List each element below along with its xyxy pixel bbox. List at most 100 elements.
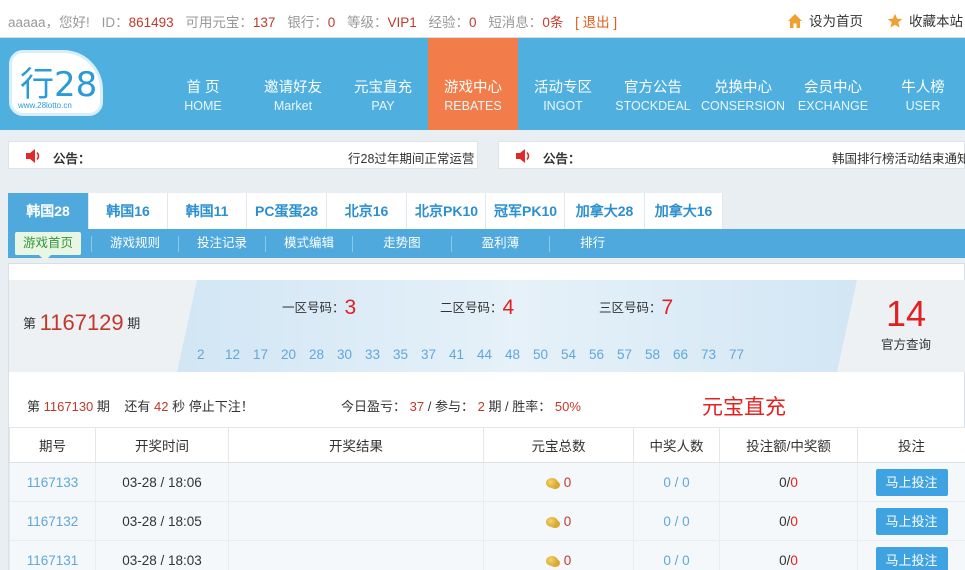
sum-number[interactable]: 66 <box>673 347 701 362</box>
nav-home-zh: 首 页 <box>186 80 220 96</box>
row-time: 03-28 / 18:05 <box>95 501 229 541</box>
join-value: 2 <box>477 399 485 414</box>
nav-announce-en: STOCKDEAL <box>615 99 691 113</box>
divider <box>91 235 93 252</box>
bookmark-link[interactable]: 收藏本站 <box>887 10 963 30</box>
subtab-rules[interactable]: 游戏规则 <box>102 232 168 255</box>
row-issue[interactable]: 1167132 <box>9 501 96 541</box>
row-win-value: 0 <box>790 513 798 529</box>
col-time: 开奖时间 <box>95 427 229 463</box>
sum-number[interactable]: 20 <box>281 347 309 362</box>
nav-exchange[interactable]: 兑换中心 CONSERSION <box>698 38 788 130</box>
coin-icon <box>545 555 558 566</box>
nav-activity[interactable]: 活动专区 INGOT <box>518 38 608 130</box>
sum-number[interactable]: 50 <box>533 347 561 362</box>
game-sub-nav: 游戏首页 游戏规则 投注记录 模式编辑 走势图 盈利薄 排行 <box>8 229 965 261</box>
subtab-mode-edit[interactable]: 模式编辑 <box>276 232 342 255</box>
zone-1: 一区号码：3 <box>282 296 356 320</box>
row-bet-value: 0 <box>779 474 787 490</box>
current-draw-strip: 第 1167129 期 一区号码：3 二区号码：4 三区号码：7 2 12 17 20… <box>9 280 965 372</box>
row-winners: 0 / 0 <box>633 540 720 570</box>
tab-beijing16[interactable]: 北京16 <box>327 193 407 229</box>
sum-number[interactable]: 35 <box>393 347 421 362</box>
sum-number[interactable]: 77 <box>729 347 757 362</box>
subtab-profit-book[interactable]: 盈利薄 <box>462 232 540 255</box>
logout-link[interactable]: [ 退出 ] <box>575 15 617 30</box>
nav-game-center[interactable]: 游戏中心 REBATES <box>428 38 518 130</box>
current-draw-issue: 第 1167129 期 <box>23 310 140 336</box>
table-row: 1167133 03-28 / 18:06 0 0 / 0 0/0 马上投注 <box>9 462 965 502</box>
notice-label: 公告： <box>53 152 91 166</box>
subtab-bet-records[interactable]: 投注记录 <box>189 232 255 255</box>
tab-beijing-pk10[interactable]: 北京PK10 <box>407 193 486 229</box>
row-issue[interactable]: 1167131 <box>9 540 96 570</box>
subtab-game-home[interactable]: 游戏首页 <box>15 232 82 261</box>
msg-label: 短消息： <box>488 15 543 30</box>
sum-number[interactable]: 37 <box>421 347 449 362</box>
row-time: 03-28 / 18:03 <box>95 540 229 570</box>
site-logo[interactable]: 行28 www.28lotto.cn <box>9 50 103 116</box>
nav-announcement[interactable]: 官方公告 STOCKDEAL <box>608 38 698 130</box>
bet-now-button[interactable]: 马上投注 <box>875 546 948 570</box>
issue-number: 1167129 <box>39 310 124 335</box>
today-stats: 今日盈亏： 37 / 参与： 2 期 / 胜率： 50% <box>341 396 581 415</box>
divider <box>352 235 354 252</box>
coin-icon <box>545 516 558 527</box>
set-home-link[interactable]: 设为首页 <box>787 10 863 30</box>
tab-pc28[interactable]: PC蛋蛋28 <box>247 193 327 229</box>
sum-number[interactable]: 28 <box>309 347 337 362</box>
row-gold: 0 <box>483 501 634 541</box>
recharge-link[interactable]: 元宝直充 <box>702 391 786 421</box>
official-query-link[interactable]: 官方查询 <box>871 334 941 353</box>
next-prefix: 第 <box>27 399 41 414</box>
sum-number[interactable]: 2 <box>197 347 225 362</box>
subtab-ranking[interactable]: 排行 <box>560 232 625 255</box>
exp-label: 经验： <box>428 15 470 30</box>
sum-number[interactable]: 33 <box>365 347 393 362</box>
nav-leaderboard[interactable]: 牛人榜 USER <box>878 38 965 130</box>
sum-number[interactable]: 12 <box>225 347 253 362</box>
msg-value[interactable]: 0条 <box>542 15 563 30</box>
tab-korea11[interactable]: 韩国11 <box>168 193 247 229</box>
speaker-icon <box>516 149 530 163</box>
sum-number[interactable]: 48 <box>505 347 533 362</box>
row-gold: 0 <box>483 540 634 570</box>
subtab-trend-chart[interactable]: 走势图 <box>363 232 441 255</box>
tab-champion-pk10[interactable]: 冠军PK10 <box>486 193 565 229</box>
top-info-bar: aaaaa，您好! ID：861493 可用元宝：137 银行：0 等级：VIP… <box>0 0 965 38</box>
notice-text[interactable]: 行28过年期间正常运营 <box>348 148 474 167</box>
coin-icon <box>545 477 558 488</box>
tab-korea16[interactable]: 韩国16 <box>89 193 168 229</box>
bet-now-button[interactable]: 马上投注 <box>875 507 948 535</box>
tab-canada28[interactable]: 加拿大28 <box>565 193 645 229</box>
sum-number[interactable]: 54 <box>561 347 589 362</box>
sum-number[interactable]: 30 <box>337 347 365 362</box>
nav-member-zh: 会员中心 <box>804 80 862 96</box>
divider <box>549 235 551 252</box>
row-bet-amount: 0/0 <box>719 462 858 502</box>
nav-pay[interactable]: 元宝直充 PAY <box>338 38 428 130</box>
sum-number[interactable]: 57 <box>617 347 645 362</box>
bet-now-button[interactable]: 马上投注 <box>875 468 948 496</box>
notice-bar-1: 公告： 行28过年期间正常运营 <box>8 141 478 169</box>
tab-canada16[interactable]: 加拿大16 <box>645 193 723 229</box>
sum-number[interactable]: 56 <box>589 347 617 362</box>
nav-game-en: REBATES <box>444 99 502 113</box>
sum-number[interactable]: 44 <box>477 347 505 362</box>
nav-home[interactable]: 首 页 HOME <box>158 38 248 130</box>
sum-number[interactable]: 58 <box>645 347 673 362</box>
nav-member[interactable]: 会员中心 EXCHANGE <box>788 38 878 130</box>
notice-text[interactable]: 韩国排行榜活动结束通知 <box>832 148 965 167</box>
table-row: 1167132 03-28 / 18:05 0 0 / 0 0/0 马上投注 <box>9 501 965 541</box>
tab-korea28[interactable]: 韩国28 <box>8 193 89 229</box>
row-issue[interactable]: 1167133 <box>9 462 96 502</box>
nav-invite[interactable]: 邀请好友 Market <box>248 38 338 130</box>
sum-number[interactable]: 73 <box>701 347 729 362</box>
row-gold-value: 0 <box>563 513 572 529</box>
row-win-value: 0 <box>790 474 798 490</box>
sum-number[interactable]: 41 <box>449 347 477 362</box>
sum-number[interactable]: 17 <box>253 347 281 362</box>
table-header-row: 期号 开奖时间 开奖结果 元宝总数 中奖人数 投注额/中奖额 投注 <box>9 427 965 463</box>
next-issue: 1167130 <box>43 399 94 414</box>
col-gold: 元宝总数 <box>483 427 634 463</box>
